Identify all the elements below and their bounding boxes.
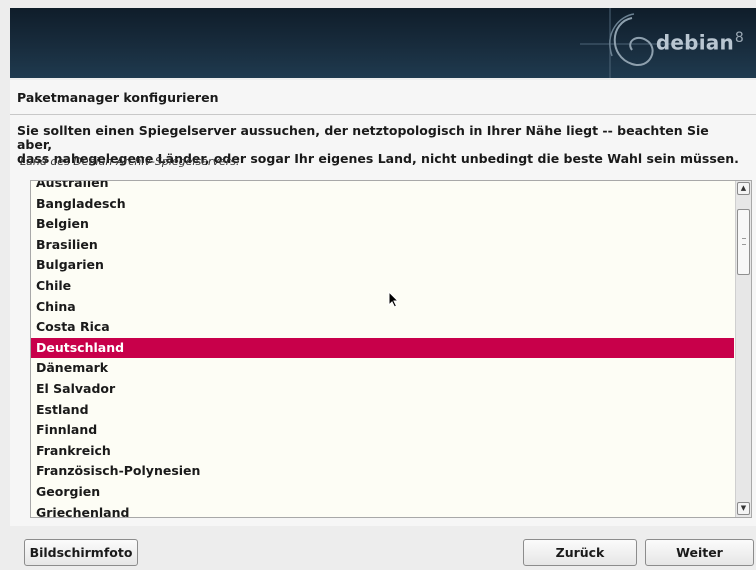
brand-version: 8 bbox=[734, 30, 744, 46]
continue-button[interactable]: Weiter bbox=[645, 539, 754, 566]
list-item-selected[interactable]: Deutschland bbox=[31, 337, 734, 359]
list-item[interactable]: Australien bbox=[31, 181, 734, 194]
list-item[interactable]: Finnland bbox=[31, 420, 734, 441]
list-item[interactable]: Französisch-Polynesien bbox=[31, 461, 734, 482]
list-item[interactable]: Bulgarien bbox=[31, 255, 734, 276]
screenshot-button[interactable]: Bildschirmfoto bbox=[24, 539, 138, 566]
chevron-up-icon[interactable]: ▲ bbox=[737, 182, 750, 195]
description-line-1: Sie sollten einen Spiegelserver aussuche… bbox=[17, 123, 709, 152]
list-item[interactable]: Frankreich bbox=[31, 441, 734, 462]
page-title: Paketmanager konfigurieren bbox=[17, 90, 219, 105]
list-scrollbar[interactable]: ▲ ▼ bbox=[735, 181, 751, 517]
list-item[interactable]: El Salvador bbox=[31, 379, 734, 400]
list-item[interactable]: Georgien bbox=[31, 482, 734, 503]
grip-icon bbox=[742, 238, 746, 245]
list-item[interactable]: Bangladesch bbox=[31, 194, 734, 215]
chevron-down-icon[interactable]: ▼ bbox=[737, 502, 750, 515]
mouse-pointer-icon bbox=[388, 291, 400, 308]
title-divider bbox=[10, 114, 756, 115]
list-item[interactable]: Estland bbox=[31, 400, 734, 421]
back-button[interactable]: Zurück bbox=[523, 539, 637, 566]
list-item[interactable]: China bbox=[31, 297, 734, 318]
list-item[interactable]: Chile bbox=[31, 276, 734, 297]
debian-logo: debian8 bbox=[656, 30, 744, 55]
country-list[interactable]: Australien Bangladesch Belgien Brasilien… bbox=[30, 180, 752, 518]
country-list-items: Australien Bangladesch Belgien Brasilien… bbox=[31, 181, 734, 518]
country-list-label: Land des Debian-Archiv-Spiegelservers: bbox=[20, 155, 240, 168]
list-item[interactable]: Griechenland bbox=[31, 503, 734, 518]
brand-name: debian bbox=[655, 30, 734, 55]
list-item[interactable]: Costa Rica bbox=[31, 317, 734, 338]
list-item[interactable]: Brasilien bbox=[31, 235, 734, 256]
list-item[interactable]: Belgien bbox=[31, 214, 734, 235]
scrollbar-thumb[interactable] bbox=[737, 209, 750, 275]
list-item[interactable]: Dänemark bbox=[31, 358, 734, 379]
header-banner: debian8 bbox=[10, 8, 756, 78]
